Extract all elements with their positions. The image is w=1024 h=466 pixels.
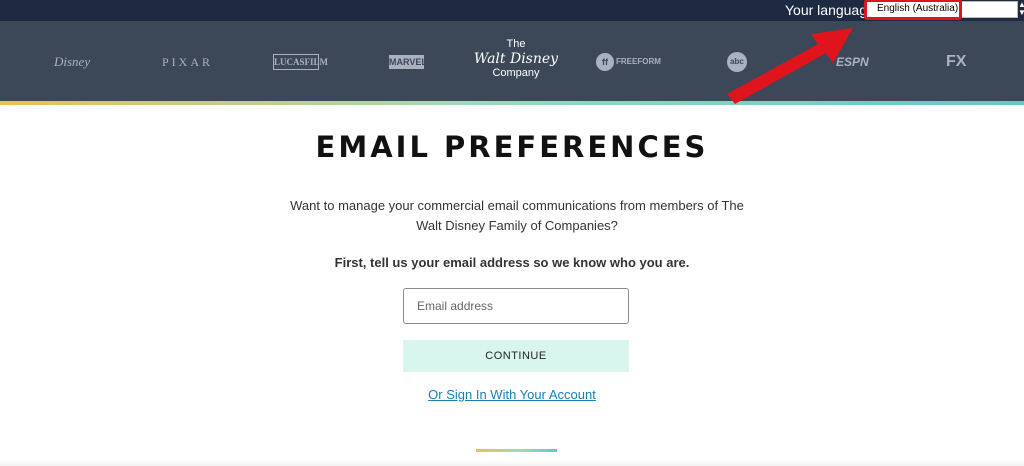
continue-button[interactable]: CONTINUE (403, 340, 629, 372)
brand-freeform-logo[interactable]: ff FREEFORM (596, 53, 661, 71)
brand-pixar-logo[interactable]: PIXAR (162, 55, 213, 70)
instruction-text: First, tell us your email address so we … (334, 255, 690, 270)
twdc-name: Walt Disney (473, 51, 559, 67)
language-bar: Your language: English (Australia) ▲ ▼ (0, 0, 1024, 21)
brand-disney-logo[interactable]: Disney (54, 54, 90, 70)
brand-bar-gradient (0, 101, 1024, 105)
twdc-company: Company (492, 67, 540, 79)
page-title: EMAIL PREFERENCES (315, 130, 709, 164)
language-highlight-box (864, 0, 962, 20)
gradient-divider (476, 449, 557, 452)
brand-twdc-logo[interactable]: The Walt Disney Company (470, 38, 562, 80)
sign-in-link[interactable]: Or Sign In With Your Account (0, 387, 1024, 402)
freeform-label: FREEFORM (616, 57, 661, 67)
select-arrows-icon[interactable]: ▲ ▼ (1018, 1, 1024, 18)
brand-marvel-logo[interactable]: MARVEL (389, 55, 427, 69)
brand-abc-logo[interactable]: abc (727, 52, 747, 72)
intro-text: Want to manage your commercial email com… (290, 198, 744, 233)
twdc-the: The (506, 38, 526, 50)
brand-lucasfilm-logo[interactable]: LUCASFILM (273, 54, 328, 70)
bottom-shade (0, 458, 1024, 466)
brand-fx-logo[interactable]: FX (946, 53, 966, 71)
email-field[interactable] (403, 288, 629, 324)
freeform-icon: ff (596, 53, 614, 71)
brand-espn-logo[interactable]: ESPN (836, 55, 869, 69)
